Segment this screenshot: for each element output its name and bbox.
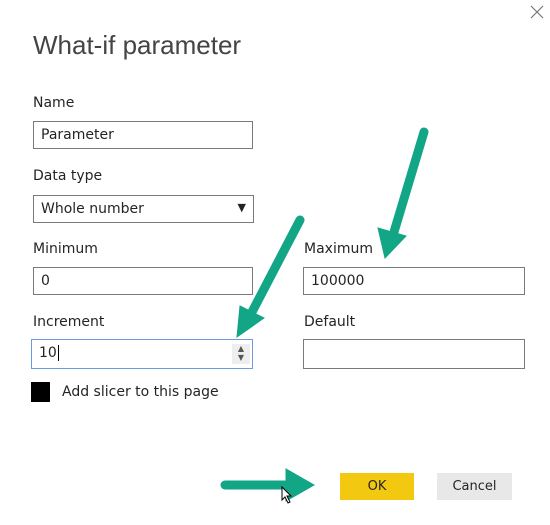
- annotation-arrows: [220, 127, 429, 504]
- arrow-to-increment: [236, 215, 305, 339]
- arrow-to-maximum: [377, 127, 429, 260]
- arrow-to-ok: [220, 468, 316, 502]
